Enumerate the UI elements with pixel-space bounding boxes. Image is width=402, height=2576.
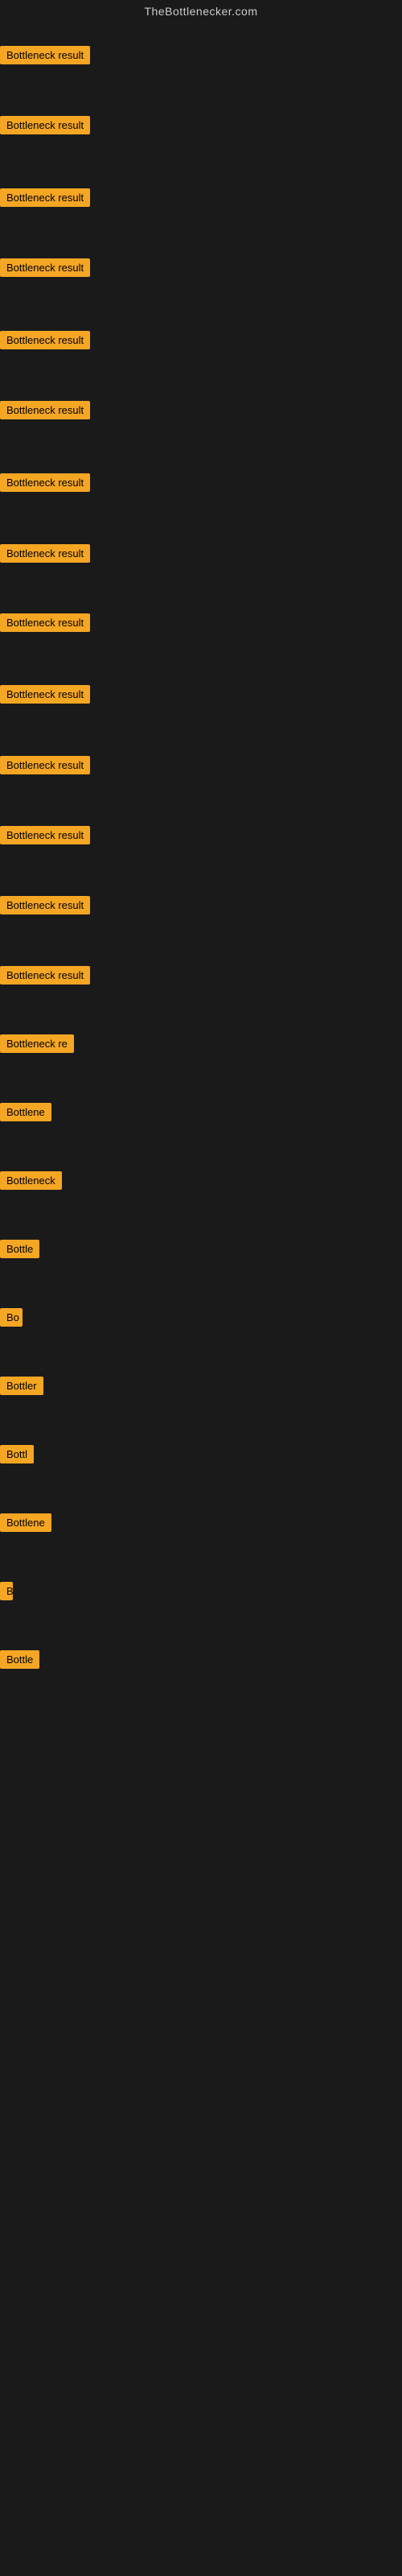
bottleneck-item-14[interactable]: Bottleneck re (0, 1034, 74, 1057)
bottleneck-item-1[interactable]: Bottleneck result (0, 116, 90, 138)
bottleneck-badge: Bottleneck result (0, 473, 90, 492)
bottleneck-badge: Bottleneck result (0, 685, 90, 704)
bottleneck-item-2[interactable]: Bottleneck result (0, 188, 90, 211)
bottleneck-item-6[interactable]: Bottleneck result (0, 473, 90, 496)
bottleneck-item-12[interactable]: Bottleneck result (0, 896, 90, 919)
bottleneck-item-7[interactable]: Bottleneck result (0, 544, 90, 567)
bottleneck-badge: Bottleneck result (0, 188, 90, 207)
bottleneck-badge: Bottleneck (0, 1171, 62, 1190)
site-title: TheBottlenecker.com (0, 0, 402, 21)
bottleneck-item-16[interactable]: Bottleneck (0, 1171, 62, 1194)
bottleneck-badge: Bottleneck result (0, 116, 90, 134)
bottleneck-item-17[interactable]: Bottle (0, 1240, 39, 1262)
bottleneck-badge: Bottler (0, 1377, 43, 1395)
bottleneck-badge: Bottlene (0, 1513, 51, 1532)
bottleneck-item-13[interactable]: Bottleneck result (0, 966, 90, 989)
bottleneck-badge: Bottleneck result (0, 331, 90, 349)
bottleneck-badge: Bottleneck re (0, 1034, 74, 1053)
bottleneck-item-11[interactable]: Bottleneck result (0, 826, 90, 848)
bottleneck-item-15[interactable]: Bottlene (0, 1103, 51, 1125)
bottleneck-badge: Bottleneck result (0, 896, 90, 914)
bottleneck-badge: Bottleneck result (0, 826, 90, 844)
bottleneck-badge: Bottleneck result (0, 401, 90, 419)
bottleneck-badge: B (0, 1582, 13, 1600)
bottleneck-badge: Bottleneck result (0, 966, 90, 985)
bottleneck-item-4[interactable]: Bottleneck result (0, 331, 90, 353)
bottleneck-item-21[interactable]: Bottlene (0, 1513, 51, 1536)
bottleneck-item-23[interactable]: Bottle (0, 1650, 39, 1673)
bottleneck-item-20[interactable]: Bottl (0, 1445, 34, 1468)
bottleneck-item-9[interactable]: Bottleneck result (0, 685, 90, 708)
bottleneck-item-3[interactable]: Bottleneck result (0, 258, 90, 281)
bottleneck-badge: Bottleneck result (0, 258, 90, 277)
bottleneck-badge: Bottle (0, 1240, 39, 1258)
bottleneck-item-22[interactable]: B (0, 1582, 13, 1604)
bottleneck-badge: Bottl (0, 1445, 34, 1463)
bottleneck-badge: Bottleneck result (0, 544, 90, 563)
bottleneck-item-8[interactable]: Bottleneck result (0, 613, 90, 636)
bottleneck-item-18[interactable]: Bo (0, 1308, 23, 1331)
bottleneck-item-0[interactable]: Bottleneck result (0, 46, 90, 68)
bottleneck-badge: Bottleneck result (0, 613, 90, 632)
bottleneck-badge: Bottleneck result (0, 46, 90, 64)
bottleneck-item-10[interactable]: Bottleneck result (0, 756, 90, 778)
bottleneck-badge: Bottle (0, 1650, 39, 1669)
bottleneck-item-5[interactable]: Bottleneck result (0, 401, 90, 423)
bottleneck-badge: Bottlene (0, 1103, 51, 1121)
bottleneck-badge: Bo (0, 1308, 23, 1327)
bottleneck-item-19[interactable]: Bottler (0, 1377, 43, 1399)
bottleneck-badge: Bottleneck result (0, 756, 90, 774)
